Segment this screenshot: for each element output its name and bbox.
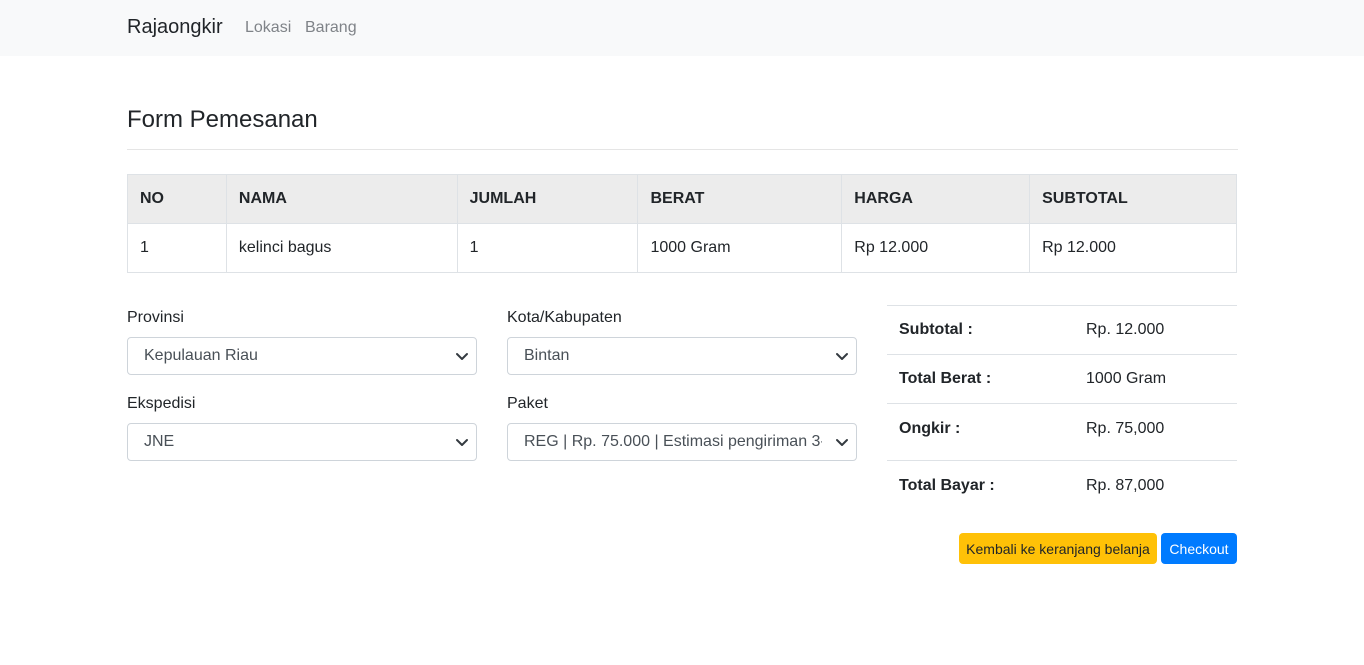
chevron-down-icon: [836, 353, 848, 360]
header-jumlah: JUMLAH: [456, 174, 639, 224]
cell-jumlah: 1: [456, 223, 639, 273]
summary-total-berat-value: 1000 Gram: [1074, 354, 1237, 404]
order-items-table: NO NAMA JUMLAH BERAT HARGA SUBTOTAL 1 ke…: [127, 174, 1237, 273]
back-to-cart-button[interactable]: Kembali ke keranjang belanja: [959, 533, 1157, 564]
ekspedisi-label: Ekspedisi: [127, 395, 196, 412]
paket-select[interactable]: REG | Rp. 75.000 | Estimasi pengiriman 3…: [507, 423, 857, 461]
chevron-down-icon: [836, 439, 848, 446]
paket-select-value: REG | Rp. 75.000 | Estimasi pengiriman 3…: [524, 433, 822, 450]
checkout-button[interactable]: Checkout: [1161, 533, 1237, 564]
summary-ongkir-label: Ongkir :: [887, 403, 1074, 461]
summary-row-subtotal: Subtotal : Rp. 12.000: [887, 305, 1237, 355]
header-subtotal: SUBTOTAL: [1029, 174, 1237, 224]
header-berat: BERAT: [637, 174, 843, 224]
table-header-row: NO NAMA JUMLAH BERAT HARGA SUBTOTAL: [127, 174, 1237, 224]
provinsi-select[interactable]: Kepulauan Riau: [127, 337, 477, 375]
summary-subtotal-value: Rp. 12.000: [1074, 305, 1237, 355]
cell-no: 1: [127, 223, 227, 273]
summary-row-total-bayar: Total Bayar : Rp. 87,000: [887, 460, 1237, 511]
summary-total-bayar-value: Rp. 87,000: [1074, 460, 1237, 511]
cell-subtotal: Rp 12.000: [1029, 223, 1237, 273]
summary-row-ongkir: Ongkir : Rp. 75,000: [887, 403, 1237, 461]
nav-link-barang[interactable]: Barang: [305, 19, 357, 37]
header-harga: HARGA: [841, 174, 1031, 224]
ekspedisi-select[interactable]: JNE: [127, 423, 477, 461]
header-no: NO: [127, 174, 227, 224]
ekspedisi-select-value: JNE: [144, 433, 175, 450]
cell-berat: 1000 Gram: [637, 223, 843, 273]
header-nama: NAMA: [225, 174, 458, 224]
summary-total-berat-label: Total Berat :: [887, 354, 1074, 404]
summary-subtotal-label: Subtotal :: [887, 305, 1074, 355]
provinsi-label: Provinsi: [127, 309, 184, 326]
provinsi-select-value: Kepulauan Riau: [144, 347, 258, 364]
navbar-brand[interactable]: Rajaongkir: [127, 16, 223, 39]
title-divider: [127, 149, 1238, 150]
summary-total-bayar-label: Total Bayar :: [887, 460, 1074, 511]
navbar: Rajaongkir Lokasi Barang: [0, 0, 1364, 56]
kota-label: Kota/Kabupaten: [507, 309, 622, 326]
cell-harga: Rp 12.000: [841, 223, 1031, 273]
cell-nama: kelinci bagus: [225, 223, 458, 273]
kota-select[interactable]: Bintan: [507, 337, 857, 375]
kota-select-value: Bintan: [524, 347, 570, 364]
chevron-down-icon: [456, 439, 468, 446]
summary-ongkir-value: Rp. 75,000: [1074, 403, 1237, 461]
paket-label: Paket: [507, 395, 548, 412]
order-summary-table: Subtotal : Rp. 12.000 Total Berat : 1000…: [887, 305, 1237, 511]
page-title: Form Pemesanan: [127, 106, 318, 133]
table-row: 1 kelinci bagus 1 1000 Gram Rp 12.000 Rp…: [127, 223, 1237, 273]
nav-link-lokasi[interactable]: Lokasi: [245, 19, 291, 37]
chevron-down-icon: [456, 353, 468, 360]
summary-row-total-berat: Total Berat : 1000 Gram: [887, 354, 1237, 404]
